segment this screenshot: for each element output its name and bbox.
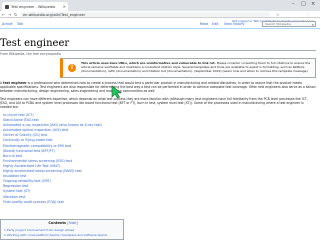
- toc-title: Contents [hide]: [1, 221, 125, 225]
- browser-tab-bar: Test engineer - Wikipedia × – □ ×: [0, 0, 320, 11]
- mouse-cursor-icon: [111, 85, 122, 99]
- tab-title: Test engineer - Wikipedia: [11, 4, 56, 9]
- minimize-icon[interactable]: –: [292, 1, 295, 7]
- forward-icon[interactable]: →: [8, 12, 11, 17]
- menu-icon[interactable]: ⋮: [306, 12, 310, 17]
- url-text: en.wikipedia.org/wiki/Test_engineer: [23, 12, 86, 17]
- reload-icon[interactable]: ↻: [14, 12, 17, 17]
- close-window-icon[interactable]: ×: [311, 1, 315, 7]
- search-input[interactable]: Search Wikipedia ⌕: [262, 21, 316, 27]
- wiki-tabs-row: Article Talk Read Edit View history Sear…: [0, 20, 320, 29]
- page-title: Test engineer: [0, 38, 70, 49]
- notice-text: This article uses bare URLs, which are u…: [81, 61, 313, 73]
- intro-paragraph: A test engineer is a professional who de…: [0, 81, 316, 94]
- bare-urls-notice: ! This article uses bare URLs, which are…: [60, 58, 316, 78]
- tab-article[interactable]: Article: [2, 22, 13, 26]
- close-tab-icon[interactable]: ×: [63, 4, 66, 9]
- tab-talk[interactable]: Talk: [17, 22, 23, 26]
- page-subtitle: From Wikipedia, the free encyclopedia: [0, 52, 62, 56]
- maximize-icon[interactable]: □: [301, 1, 306, 7]
- wikipedia-favicon-icon: [5, 4, 9, 9]
- table-of-contents: Contents [hide] 1 Early project involvem…: [0, 219, 124, 240]
- expertise-paragraph: Test engineers can have different expert…: [0, 97, 308, 110]
- url-input[interactable]: en.wikipedia.org/wiki/Test_engineer: [20, 12, 270, 17]
- star-icon[interactable]: ☆: [276, 12, 280, 17]
- tab-view-history[interactable]: View history: [224, 22, 244, 26]
- test-process-list: In-circuit test (ICT) Stand-alone JTAG t…: [0, 113, 200, 205]
- toc-item[interactable]: 1 Early project involvement from design …: [4, 228, 74, 232]
- toc-toggle[interactable]: [hide]: [67, 221, 77, 225]
- tab-edit[interactable]: Edit: [212, 22, 218, 26]
- search-icon[interactable]: ⌕: [312, 22, 314, 27]
- search-placeholder: Search Wikipedia: [265, 22, 291, 26]
- tab-read[interactable]: Read: [200, 22, 208, 26]
- warning-icon: !: [68, 64, 76, 72]
- toc-item[interactable]: 2 Working with cross-platform teams / ha…: [4, 233, 107, 237]
- address-bar-row: ← → ↻ en.wikipedia.org/wiki/Test_enginee…: [0, 11, 320, 18]
- browser-tab[interactable]: Test engineer - Wikipedia ×: [2, 2, 68, 11]
- title-divider: [0, 50, 316, 51]
- toc-heading: Contents: [48, 221, 67, 225]
- intro-rest: is a professional who determines how to …: [0, 81, 316, 94]
- back-icon[interactable]: ←: [2, 12, 5, 17]
- list-item[interactable]: Final quality audit process (FQA) test: [0, 200, 200, 205]
